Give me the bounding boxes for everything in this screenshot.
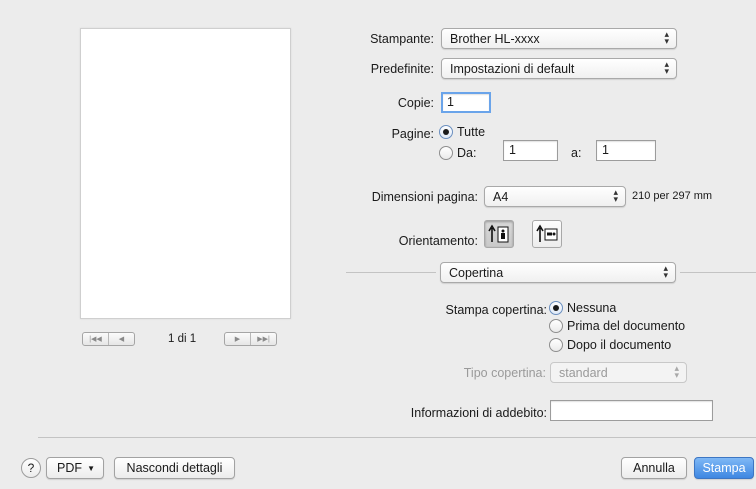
presets-label: Predefinite: <box>370 62 434 76</box>
printer-value: Brother HL-xxxx <box>450 31 540 46</box>
radio-unselected-icon <box>439 146 453 160</box>
pages-all-label: Tutte <box>457 125 486 139</box>
footer-divider <box>38 437 756 438</box>
section-divider-left <box>346 272 436 273</box>
page-preview <box>80 28 291 319</box>
radio-unselected-icon <box>549 319 563 333</box>
previous-page-icon[interactable]: ◀ <box>108 333 134 345</box>
billing-label: Informazioni di addebito: <box>410 406 547 420</box>
section-divider-right <box>680 272 756 273</box>
cover-label: Stampa copertina: <box>445 303 547 317</box>
pdf-menu-button[interactable]: PDF ▼ <box>46 457 104 479</box>
presets-popup[interactable]: Impostazioni di default ▴ ▾ <box>441 58 677 79</box>
cover-option-none-label: Nessuna <box>567 301 617 315</box>
cancel-button[interactable]: Annulla <box>621 457 687 479</box>
cover-option-after-label: Dopo il documento <box>567 338 672 352</box>
print-button[interactable]: Stampa <box>694 457 754 479</box>
copies-label: Copie: <box>397 96 434 110</box>
printer-label: Stampante: <box>370 32 434 46</box>
cover-type-value: standard <box>559 365 608 380</box>
cover-option-after[interactable]: Dopo il documento <box>549 338 671 352</box>
pages-to-label: a: <box>571 146 582 160</box>
help-button[interactable]: ? <box>21 458 41 478</box>
pages-all-radio[interactable]: Tutte <box>439 125 485 139</box>
page-counter: 1 di 1 <box>168 333 197 345</box>
portrait-button[interactable] <box>484 220 514 248</box>
paper-size-popup[interactable]: A4 ▴ ▾ <box>484 186 626 207</box>
billing-field[interactable] <box>550 400 713 421</box>
popup-arrows-icon: ▴ ▾ <box>664 59 669 76</box>
popup-arrows-icon: ▴ ▾ <box>613 187 618 204</box>
popup-arrows-icon: ▴ ▾ <box>664 29 669 46</box>
copies-field[interactable]: 1 <box>441 92 491 113</box>
pages-label: Pagine: <box>391 127 434 141</box>
orientation-label: Orientamento: <box>398 234 478 248</box>
pdf-label: PDF <box>57 461 82 475</box>
cover-option-none[interactable]: Nessuna <box>549 301 616 315</box>
paper-size-value: A4 <box>493 189 509 204</box>
cover-option-before-label: Prima del documento <box>567 319 686 333</box>
radio-selected-icon <box>549 301 563 315</box>
pager-forward-controls[interactable]: ▶ ▶▶| <box>224 332 277 346</box>
next-page-icon[interactable]: ▶ <box>225 333 250 345</box>
radio-selected-icon <box>439 125 453 139</box>
pages-from-field[interactable]: 1 <box>503 140 558 161</box>
last-page-icon[interactable]: ▶▶| <box>250 333 276 345</box>
first-page-icon[interactable]: |◀◀ <box>83 333 108 345</box>
landscape-orientation-icon <box>536 224 558 242</box>
popup-arrows-icon: ▴ ▾ <box>674 363 679 380</box>
landscape-button[interactable] <box>532 220 562 248</box>
section-popup[interactable]: Copertina ▴ ▾ <box>440 262 676 283</box>
hide-details-button[interactable]: Nascondi dettagli <box>114 457 235 479</box>
popup-arrows-icon: ▴ ▾ <box>663 263 668 280</box>
pager-back-controls[interactable]: |◀◀ ◀ <box>82 332 135 346</box>
chevron-down-icon: ▼ <box>87 463 95 473</box>
paper-dimensions: 210 per 297 mm <box>632 190 713 202</box>
cover-option-before[interactable]: Prima del documento <box>549 319 685 333</box>
section-value: Copertina <box>449 265 504 280</box>
cover-type-popup[interactable]: standard ▴ ▾ <box>550 362 687 383</box>
cover-type-label: Tipo copertina: <box>463 366 546 380</box>
printer-popup[interactable]: Brother HL-xxxx ▴ ▾ <box>441 28 677 49</box>
paper-size-label: Dimensioni pagina: <box>371 190 478 204</box>
pages-to-field[interactable]: 1 <box>596 140 656 161</box>
radio-unselected-icon <box>549 338 563 352</box>
portrait-orientation-icon <box>488 224 509 243</box>
pages-range-radio[interactable]: Da: <box>439 146 476 160</box>
pages-from-label: Da: <box>457 146 477 160</box>
presets-value: Impostazioni di default <box>450 61 575 76</box>
